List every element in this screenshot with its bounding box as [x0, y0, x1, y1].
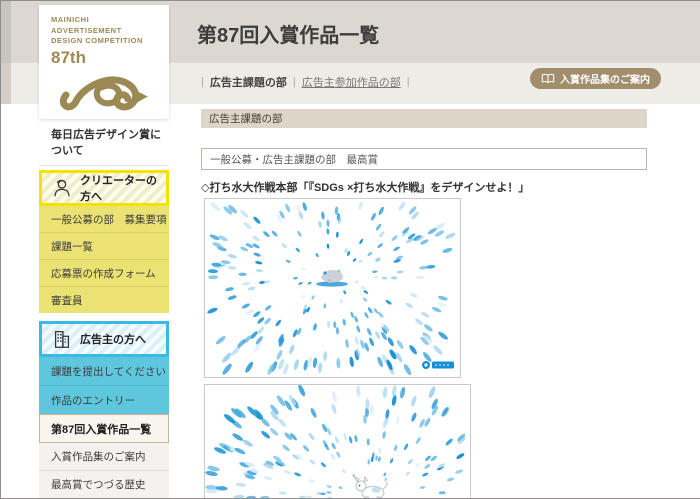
- sidebar-item-koubo[interactable]: 一般公募の部 募集要項: [39, 206, 169, 232]
- poster2-dog-illustration: [353, 477, 387, 499]
- sidebar-creator-list: 一般公募の部 募集要項 課題一覧 応募票の作成フォーム 審査員: [39, 206, 169, 313]
- sidebar-advertiser-list: 課題を提出してください 作品のエントリー: [39, 357, 169, 414]
- sidebar-item-winners-book[interactable]: 入賞作品集のご案内: [39, 443, 169, 471]
- section-header-bar: 広告主課題の部: [201, 109, 647, 128]
- uchimizu-logo-badge: [422, 361, 454, 369]
- winning-poster-image-1: [204, 198, 461, 378]
- sidebar: MAINICHI ADVERTISEMENT DESIGN COMPETITIO…: [39, 5, 169, 499]
- guide-button-label: 入賞作品集のご案内: [560, 71, 650, 86]
- section-tabs: | 広告主課題の部 | 広告主参加作品の部 |: [201, 74, 410, 90]
- sidebar-advertiser-label: 広告主の方へ: [80, 331, 146, 347]
- creator-person-icon: [51, 177, 73, 199]
- sidebar-item-87th-winners[interactable]: 第87回入賞作品一覧: [39, 414, 169, 443]
- tab-separator: |: [293, 76, 296, 88]
- tab-separator: |: [201, 76, 204, 88]
- book-icon: [541, 73, 555, 84]
- tab-separator: |: [407, 76, 410, 88]
- sidebar-item-work-entry[interactable]: 作品のエントリー: [39, 385, 169, 414]
- logo-text-line1: MAINICHI: [51, 15, 169, 26]
- logo-text-line2: ADVERTISEMENT: [51, 26, 169, 37]
- sidebar-advertiser-heading[interactable]: 広告主の方へ: [39, 321, 169, 357]
- tab-advertiser-kadai[interactable]: 広告主課題の部: [210, 74, 287, 90]
- winning-poster-image-2: [204, 384, 471, 499]
- award-category-box: 一般公募・広告主課題の部 最高賞: [201, 148, 647, 170]
- swirl-logo-icon: [51, 61, 155, 115]
- page-title: 第87回入賞作品一覧: [197, 19, 379, 48]
- page-margin-strip-top: [1, 1, 11, 63]
- sidebar-item-history[interactable]: 最高賞でつづる歴史: [39, 471, 169, 499]
- sidebar-creator-heading[interactable]: クリエーターの方へ: [39, 170, 169, 206]
- sidebar-item-kadai-list[interactable]: 課題一覧: [39, 232, 169, 259]
- sidebar-item-judges[interactable]: 審査員: [39, 286, 169, 313]
- sidebar-item-submit-kadai[interactable]: 課題を提出してください: [39, 357, 169, 385]
- page-margin-strip-nav: [1, 63, 11, 104]
- winning-work-title: ◇打ち水大作戦本部「『SDGs ×打ち水大作戦』をデザインせよ！」: [201, 179, 529, 195]
- site-logo[interactable]: MAINICHI ADVERTISEMENT DESIGN COMPETITIO…: [39, 5, 169, 119]
- winners-book-guide-button[interactable]: 入賞作品集のご案内: [530, 68, 661, 89]
- sidebar-creator-label: クリエーターの方へ: [80, 172, 166, 204]
- poster1-center-illustration: [316, 270, 348, 287]
- sidebar-general-list: 入賞作品集のご案内 最高賞でつづる歴史: [39, 443, 169, 499]
- advertiser-building-icon: [51, 328, 73, 350]
- page: MAINICHI ADVERTISEMENT DESIGN COMPETITIO…: [0, 0, 700, 499]
- tab-advertiser-sanka[interactable]: 広告主参加作品の部: [302, 74, 401, 90]
- sidebar-item-entry-form[interactable]: 応募票の作成フォーム: [39, 259, 169, 286]
- sidebar-item-about[interactable]: 毎日広告デザイン賞について: [39, 119, 169, 166]
- logo-text-line3: DESIGN COMPETITION: [51, 36, 169, 47]
